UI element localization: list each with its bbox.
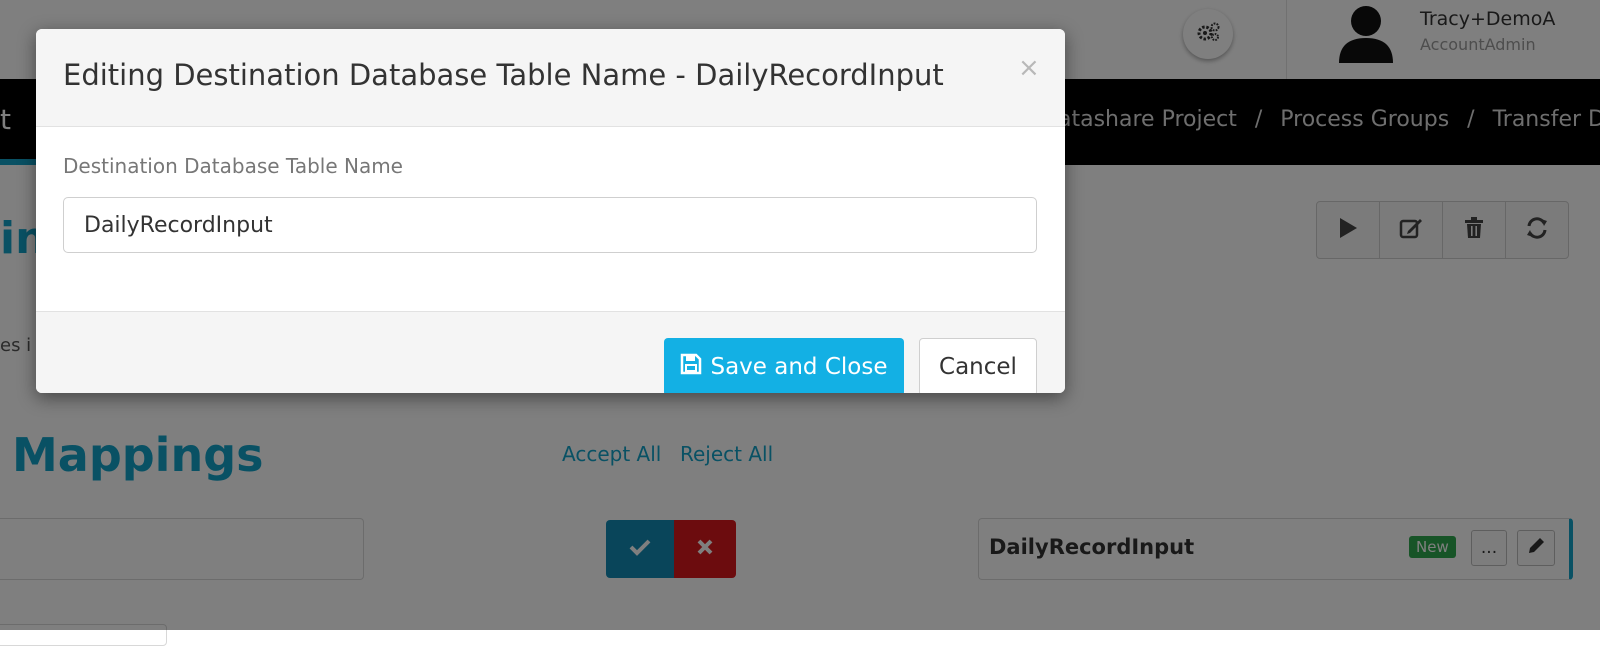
modal-title: Editing Destination Database Table Name … xyxy=(63,58,944,92)
save-and-close-button[interactable]: Save and Close xyxy=(664,338,904,393)
modal-body: Destination Database Table Name xyxy=(36,127,1065,311)
save-button-label: Save and Close xyxy=(710,354,888,380)
table-name-input[interactable] xyxy=(63,197,1037,253)
modal-header: Editing Destination Database Table Name … xyxy=(36,29,1065,127)
save-icon xyxy=(680,353,710,381)
close-icon[interactable]: × xyxy=(1018,53,1040,83)
cancel-button[interactable]: Cancel xyxy=(919,338,1037,393)
edit-table-name-modal: Editing Destination Database Table Name … xyxy=(36,29,1065,393)
modal-footer: Save and Close Cancel xyxy=(36,311,1065,393)
table-name-label: Destination Database Table Name xyxy=(63,154,403,178)
